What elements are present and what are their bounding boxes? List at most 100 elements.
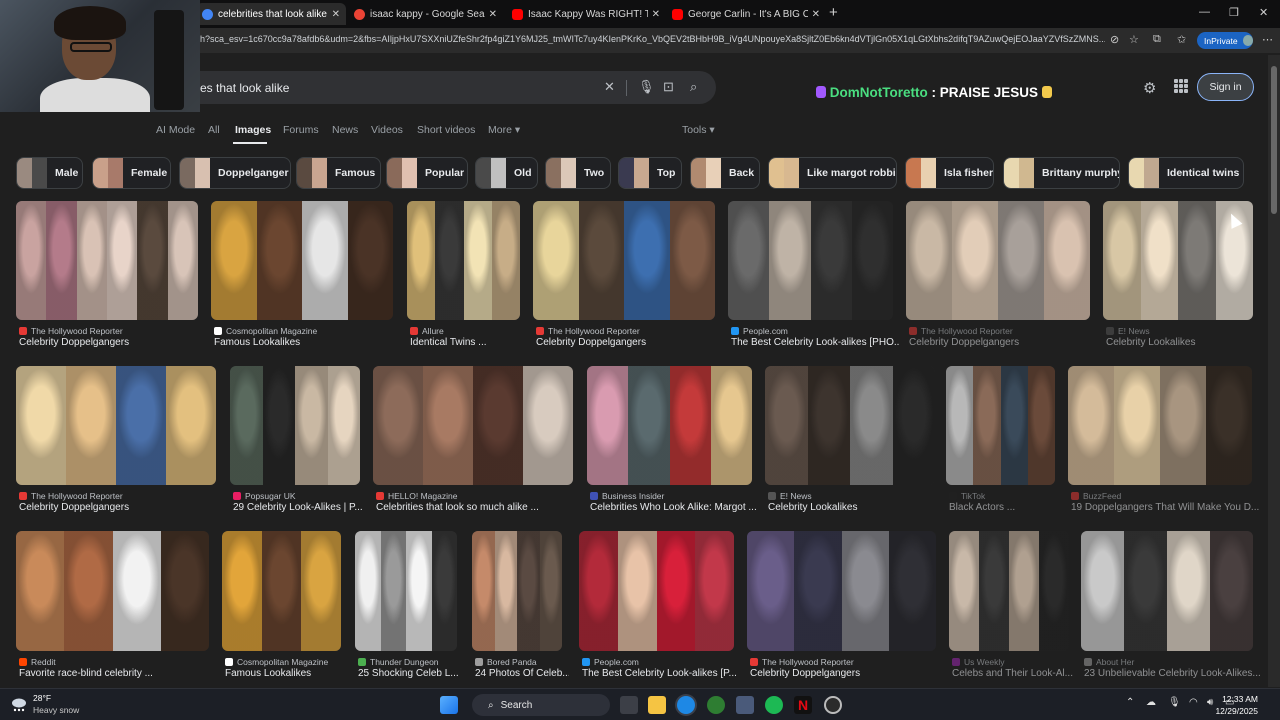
image-result[interactable]: Allure Identical Twins ... [407,201,520,349]
result-thumbnail[interactable] [16,531,209,651]
result-thumbnail[interactable] [16,366,216,485]
chip-popular[interactable]: Popular [386,157,468,189]
snow-cloud-icon[interactable] [10,695,28,713]
image-result[interactable]: People.com The Best Celebrity Look-alikes… [728,201,900,349]
result-source[interactable]: The Hollywood Reporter [19,326,123,336]
tab-ai-mode[interactable]: AI Mode [156,124,195,136]
result-title[interactable]: Celebrity Doppelgangers [536,337,646,348]
chip-isla-fisher[interactable]: Isla fisher [905,157,994,189]
image-result[interactable]: E! News Celebrity Lookalikes [765,366,935,514]
edge-browser-icon[interactable] [677,696,695,714]
result-title[interactable]: Celebrity Doppelgangers [19,337,129,348]
image-result[interactable]: TikTok Black Actors ... [946,366,1055,514]
file-explorer-icon[interactable] [648,696,666,714]
result-title[interactable]: Identical Twins ... [410,337,487,348]
tab-forums[interactable]: Forums [283,124,319,136]
image-result[interactable]: Cosmopolitan Magazine Famous Lookalikes [222,531,341,680]
result-thumbnail[interactable] [587,366,752,485]
show-hidden-icons[interactable]: ⌃ [1126,697,1134,708]
result-source[interactable]: TikTok [949,491,985,501]
result-source[interactable]: Allure [410,326,444,336]
result-source[interactable]: Cosmopolitan Magazine [225,657,328,667]
taskbar-search[interactable]: ⌕ Search [472,694,610,716]
tools-button[interactable]: Tools ▾ [682,124,715,136]
google-apps-icon[interactable] [1174,79,1188,93]
tab-all[interactable]: All [208,124,220,136]
result-title[interactable]: Celebrity Doppelgangers [909,337,1019,348]
chip-top[interactable]: Top [618,157,682,189]
image-result[interactable]: Reddit Favorite race-blind celebrity ... [16,531,209,680]
image-result[interactable]: The Hollywood Reporter Celebrity Doppelga… [906,201,1090,349]
result-source[interactable]: People.com [582,657,639,667]
result-thumbnail[interactable] [211,201,393,320]
result-source[interactable]: The Hollywood Reporter [19,491,123,501]
image-result[interactable]: Business Insider Celebrities Who Look Ali… [587,366,757,514]
wifi-icon[interactable]: ◠ [1189,697,1198,708]
result-source[interactable]: People.com [731,326,788,336]
result-thumbnail[interactable] [407,201,520,320]
chip-back[interactable]: Back [690,157,760,189]
image-result[interactable]: HELLO! Magazine Celebrities that look so … [373,366,573,514]
image-result[interactable]: Thunder Dungeon 25 Shocking Celeb L... [355,531,459,680]
image-result[interactable]: The Hollywood Reporter Celebrity Doppelga… [533,201,715,349]
close-icon[interactable]: ✕ [332,9,340,20]
image-result[interactable]: About Her 23 Unbelievable Celebrity Look-… [1081,531,1260,680]
result-source[interactable]: Cosmopolitan Magazine [214,326,317,336]
close-icon[interactable]: ✕ [652,9,660,20]
result-title[interactable]: The Best Celebrity Look-alikes [P... [582,668,737,679]
result-title[interactable]: Black Actors ... [949,502,1015,513]
close-window-icon[interactable]: ✕ [1259,6,1268,19]
image-result[interactable]: Popsugar UK 29 Celebrity Look-Alikes | P.… [230,366,363,514]
tab-youtube-video-2[interactable]: George Carlin - It's A BIG Club & Y ✕ [666,3,826,25]
image-result[interactable]: The Hollywood Reporter Celebrity Doppelga… [747,531,936,680]
result-thumbnail[interactable] [373,366,573,485]
tab-short-videos[interactable]: Short videos [417,124,475,136]
sign-in-button[interactable]: Sign in [1197,73,1254,101]
result-title[interactable]: The Best Celebrity Look-alikes [PHO... [731,337,900,348]
image-result[interactable]: The Hollywood Reporter Celebrity Doppelga… [16,201,198,349]
chip-famous[interactable]: Famous [296,157,381,189]
result-thumbnail[interactable] [222,531,341,651]
result-title[interactable]: 23 Unbelievable Celebrity Look-Alikes... [1084,668,1260,679]
chip-doppelganger[interactable]: Doppelganger [179,157,291,189]
chip-brittany-murphy[interactable]: Brittany murphy [1003,157,1120,189]
result-source[interactable]: BuzzFeed [1071,491,1121,501]
result-source[interactable]: The Hollywood Reporter [909,326,1013,336]
more-menu-icon[interactable]: ⋯ [1262,33,1273,46]
result-source[interactable]: E! News [1106,326,1150,336]
taskbar-clock[interactable]: 12:33 AM 12/29/2025 [1198,693,1258,717]
result-title[interactable]: 19 Doppelgangers That Will Make You D... [1071,502,1259,513]
search-icon[interactable]: ⌕ [690,79,697,95]
tracking-prevention-icon[interactable]: ⊘ [1110,33,1119,46]
result-thumbnail[interactable] [533,201,715,320]
tab-news[interactable]: News [332,124,358,136]
windows-start-icon[interactable] [440,696,458,714]
result-title[interactable]: Favorite race-blind celebrity ... [19,668,153,679]
tab-videos[interactable]: Videos [371,124,403,136]
chip-old[interactable]: Old [475,157,538,189]
minimize-icon[interactable]: — [1199,6,1210,18]
result-title[interactable]: 24 Photos Of Celeb... [475,668,569,679]
tab-isaac-kappy[interactable]: isaac kappy - Google Search ✕ [348,3,503,25]
netflix-icon[interactable]: N [794,696,812,714]
result-source[interactable]: E! News [768,491,812,501]
result-title[interactable]: Celebrities that look so much alike ... [376,502,539,513]
xbox-icon[interactable] [707,696,725,714]
tab-images[interactable]: Images [235,124,271,136]
result-thumbnail[interactable] [230,366,360,485]
voice-search-icon[interactable]: 🎙︎ [638,79,655,95]
obs-icon[interactable] [824,696,842,714]
cloud-sync-icon[interactable]: ☁ [1146,697,1156,708]
chip-male[interactable]: Male [16,157,83,189]
tab-more[interactable]: More ▾ [488,124,520,136]
image-result[interactable]: The Hollywood Reporter Celebrity Doppelga… [16,366,216,514]
scrollbar-thumb[interactable] [1271,66,1277,214]
lens-search-icon[interactable]: ⊡ [663,79,674,95]
favorite-star-icon[interactable]: ☆ [1129,33,1139,46]
favorites-icon[interactable]: ✩ [1177,33,1186,46]
result-title[interactable]: Celebrity Doppelgangers [750,668,860,679]
microsoft-store-icon[interactable] [736,696,754,714]
result-thumbnail[interactable] [579,531,734,651]
search-box[interactable]: es that look alike ✕ 🎙︎ ⊡ ⌕ [150,71,716,104]
result-thumbnail[interactable] [355,531,457,651]
